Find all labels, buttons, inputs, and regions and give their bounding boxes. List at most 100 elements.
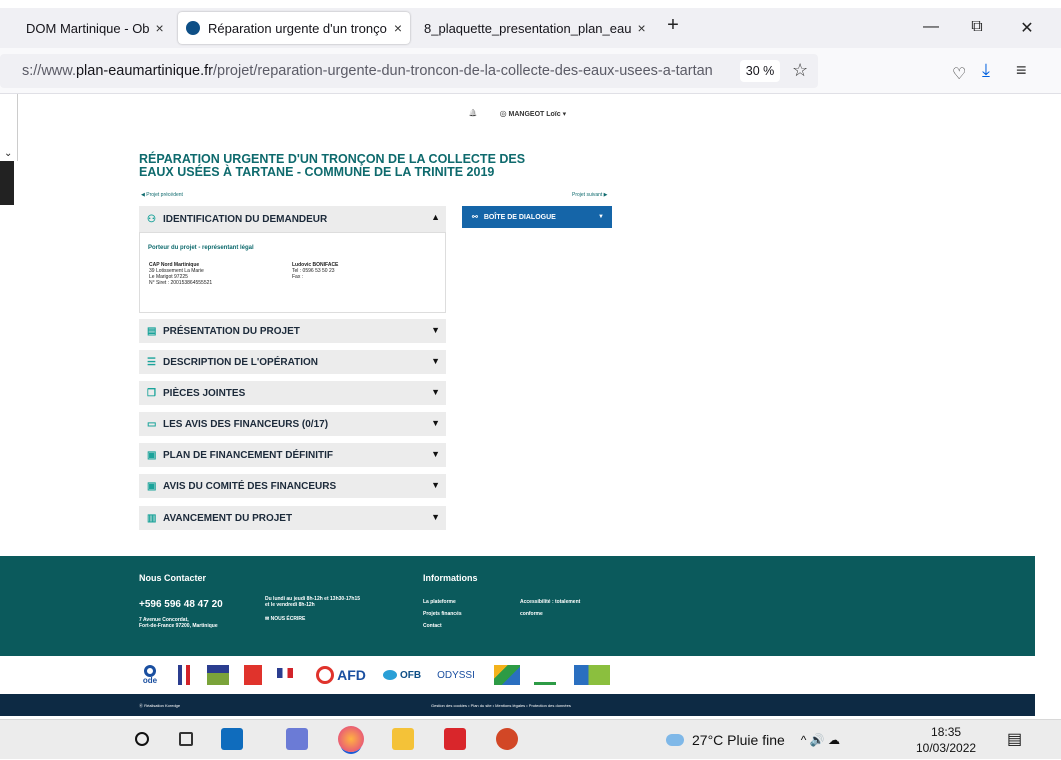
afd-logo: AFD <box>312 665 370 685</box>
address-line2: Fort-de-France 97200, Martinique <box>139 623 218 629</box>
minimize-button[interactable]: — <box>916 18 946 36</box>
identification-panel: Porteur du projet - représentant légal C… <box>139 232 446 313</box>
conservatoire-logo <box>534 665 556 685</box>
menu-icon[interactable]: ≡ <box>1016 60 1027 81</box>
tab-reparation-urgente[interactable]: Réparation urgente d'un tronço × <box>178 12 410 44</box>
legal-links[interactable]: Gestion des cookies • Plan du site • Men… <box>431 703 571 708</box>
section-label: PRÉSENTATION DU PROJET <box>163 325 300 337</box>
notification-icon[interactable]: ▤ <box>1007 729 1022 749</box>
info-link-platform[interactable]: La plateforme <box>423 599 456 605</box>
deal-logo <box>207 665 229 685</box>
firefox-icon[interactable] <box>338 726 364 752</box>
accessibility-link[interactable]: Accessibilité : totalement conforme <box>520 599 580 617</box>
pocket-icon[interactable]: ♡ <box>952 64 966 84</box>
expand-arrow-icon: ▼ <box>431 387 440 397</box>
new-tab-button[interactable]: + <box>658 14 688 37</box>
footer: Nous Contacter +596 596 48 47 20 7 Avenu… <box>0 556 1035 656</box>
download-icon[interactable]: ⤓ <box>982 60 990 81</box>
tab-plaquette[interactable]: 8_plaquette_presentation_plan_eau × <box>416 12 652 44</box>
clock-date: 10/03/2022 <box>916 741 977 755</box>
expand-arrow-icon: ▼ <box>431 512 440 522</box>
republique-logo <box>277 668 293 678</box>
close-window-button[interactable]: ✕ <box>1012 18 1042 38</box>
odyssi-logo-text: ODYSSI <box>437 669 475 681</box>
windows-taskbar: 27°C Pluie fine ^ 🔊 ☁ 18:35 10/03/2022 ▤ <box>0 719 1061 759</box>
section-description[interactable]: ☰ DESCRIPTION DE L'OPÉRATION ▼ <box>139 350 446 374</box>
info-link-contact[interactable]: Contact <box>423 623 442 629</box>
ode-logo: ode <box>140 665 160 685</box>
user-bar: 🔔 ◎ MANGEOT Loïc ▾ <box>0 102 1035 124</box>
address: 7 Avenue Concordat, Fort-de-France 97200… <box>139 617 218 629</box>
org-siret: N° Siret : 200153864555521 <box>149 280 213 286</box>
expand-arrow-icon: ▼ <box>431 480 440 490</box>
collapse-arrow-icon: ▲ <box>431 212 440 222</box>
legal-bar: Ⓚ Réalisation Koredge Gestion des cookie… <box>0 694 1035 716</box>
calculator-icon[interactable] <box>286 728 308 750</box>
parc-naturel-logo <box>494 665 520 685</box>
close-icon[interactable]: × <box>388 20 402 36</box>
navigation-bar: s://www. plan-eaumartinique.fr/projet/rep… <box>0 48 1061 94</box>
clock[interactable]: 18:35 10/03/2022 <box>916 724 976 756</box>
organization-block: CAP Nord Martinique 39 Lotissement La Ma… <box>149 262 212 286</box>
zoom-indicator[interactable]: 30 % <box>740 60 780 82</box>
comment-icon: ▭ <box>147 418 157 430</box>
chevron-down-icon[interactable]: ⌄ <box>4 148 12 159</box>
file-explorer-icon[interactable] <box>392 728 414 750</box>
section-label: PLAN DE FINANCEMENT DÉFINITIF <box>163 449 333 461</box>
dialog-box-button[interactable]: ⚯ BOÎTE DE DIALOGUE ▼ <box>462 206 612 228</box>
search-circle-icon[interactable] <box>135 732 149 746</box>
tab-label: 8_plaquette_presentation_plan_eau <box>424 20 632 36</box>
user-menu[interactable]: ◎ MANGEOT Loïc ▾ <box>500 109 567 118</box>
opening-hours: Du lundi au jeudi 8h-12h et 13h30-17h15 … <box>265 596 360 608</box>
acrobat-icon[interactable] <box>444 728 466 750</box>
bookmark-star-icon[interactable]: ☆ <box>792 60 808 81</box>
section-avancement[interactable]: ▥ AVANCEMENT DU PROJET ▼ <box>139 506 446 530</box>
caret-down-icon: ▾ <box>562 110 567 118</box>
phone-number[interactable]: +596 596 48 47 20 <box>139 599 223 610</box>
clock-time: 18:35 <box>931 725 962 739</box>
tray-icons[interactable]: ^ 🔊 ☁ <box>801 733 840 747</box>
section-plan-financement[interactable]: ▣ PLAN DE FINANCEMENT DÉFINITIF ▼ <box>139 443 446 467</box>
close-icon[interactable]: × <box>631 20 645 36</box>
accessibility-line2: conforme <box>520 611 543 617</box>
tab-label: Réparation urgente d'un tronço <box>208 20 387 36</box>
section-label: AVIS DU COMITÉ DES FINANCEURS <box>163 480 337 492</box>
previous-project-link[interactable]: ◀ Projet précédent <box>141 192 183 198</box>
chat-icon: ⚯ <box>472 214 478 221</box>
prefecture-logo <box>178 665 190 685</box>
expand-arrow-icon: ▼ <box>431 418 440 428</box>
section-avis-comite[interactable]: ▣ AVIS DU COMITÉ DES FINANCEURS ▼ <box>139 474 446 498</box>
tab-dom-martinique[interactable]: DOM Martinique - Ob × <box>18 12 164 44</box>
information-title: Informations <box>423 573 478 583</box>
firefox-tab-icon <box>186 21 200 35</box>
afd-logo-text: AFD <box>337 667 366 683</box>
restore-button[interactable]: ⧉ <box>962 18 992 36</box>
section-identification[interactable]: ⚇ IDENTIFICATION DU DEMANDEUR ▲ <box>139 206 446 232</box>
weather-text[interactable]: 27°C Pluie fine <box>692 732 785 748</box>
section-label: AVANCEMENT DU PROJET <box>163 512 293 524</box>
write-us-link[interactable]: ✉ NOUS ÉCRIRE <box>265 616 305 622</box>
next-project-link[interactable]: Projet suivant ▶ <box>572 192 608 198</box>
list-icon: ☰ <box>147 356 156 368</box>
browser-window: DOM Martinique - Ob × Réparation urgente… <box>0 0 1061 759</box>
outlook-icon[interactable] <box>221 728 243 750</box>
section-presentation[interactable]: ▤ PRÉSENTATION DU PROJET ▼ <box>139 319 446 343</box>
powerpoint-icon[interactable] <box>496 728 518 750</box>
close-icon[interactable]: × <box>150 20 164 36</box>
contact-title: Nous Contacter <box>139 573 207 583</box>
ode-logo-text: ode <box>142 676 158 685</box>
weather-icon <box>666 734 684 746</box>
section-label: IDENTIFICATION DU DEMANDEUR <box>163 213 328 225</box>
tab-strip: DOM Martinique - Ob × Réparation urgente… <box>0 8 1061 48</box>
bell-icon[interactable]: 🔔 <box>469 109 478 117</box>
url-bar[interactable]: s://www. plan-eaumartinique.fr/projet/rep… <box>0 54 818 88</box>
expand-arrow-icon: ▼ <box>431 356 440 366</box>
section-avis-financeurs[interactable]: ▭ LES AVIS DES FINANCEURS (0/17) ▼ <box>139 412 446 436</box>
info-link-projects[interactable]: Projets financés <box>423 611 462 617</box>
martinique-collectivite-logo <box>244 665 262 685</box>
section-label: PIÈCES JOINTES <box>163 387 246 399</box>
section-pieces-jointes[interactable]: ❐ PIÈCES JOINTES ▼ <box>139 381 446 405</box>
task-view-icon[interactable] <box>179 732 193 746</box>
credit-text: Ⓚ Réalisation Koredge <box>139 703 181 708</box>
dialog-label: BOÎTE DE DIALOGUE <box>483 213 556 221</box>
